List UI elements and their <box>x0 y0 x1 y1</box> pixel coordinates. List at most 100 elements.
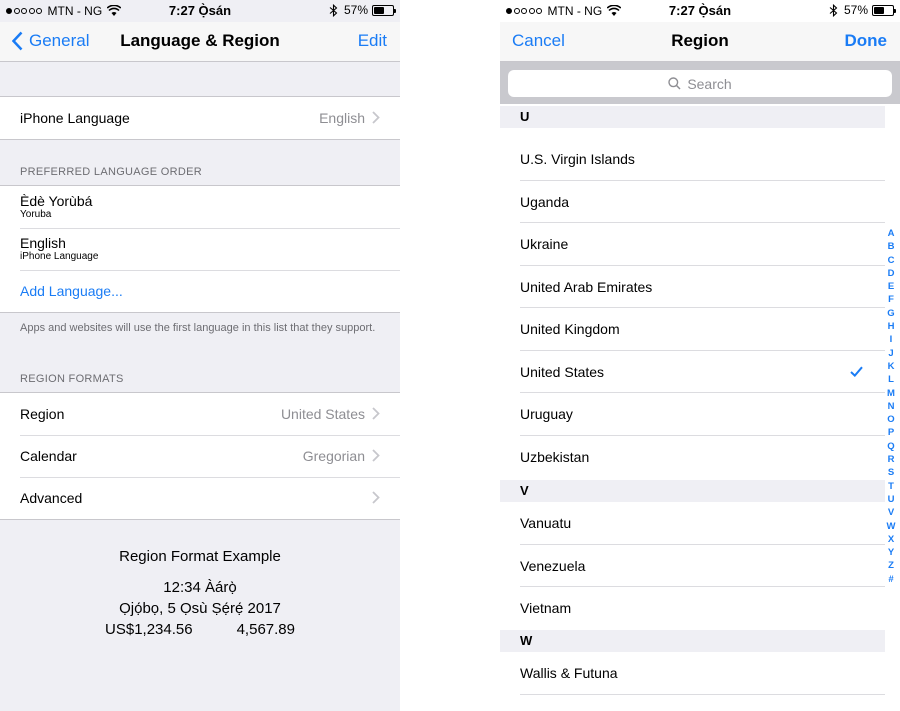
language-sub: iPhone Language <box>20 251 99 262</box>
index-letter[interactable]: X <box>888 533 894 546</box>
preferred-language-header: PREFERRED LANGUAGE ORDER <box>20 166 203 178</box>
bluetooth-icon <box>329 3 338 17</box>
index-letter[interactable]: C <box>888 254 895 267</box>
battery-percent: 57% <box>343 3 368 17</box>
index-letter[interactable]: J <box>888 347 893 360</box>
bluetooth-icon <box>829 3 838 17</box>
edit-button[interactable]: Edit <box>358 31 387 51</box>
list-item[interactable]: Uzbekistan <box>500 436 885 479</box>
add-language-row[interactable]: Add Language... <box>0 270 400 312</box>
battery-icon <box>372 4 396 16</box>
index-letter[interactable]: Y <box>888 546 894 559</box>
index-letter[interactable]: A <box>888 227 895 240</box>
example-time: 12:34 Àárọ̀ <box>163 579 237 596</box>
list-item[interactable]: United Kingdom <box>500 308 885 351</box>
alphabet-index[interactable]: A B C D E F G H I J K L M N O P Q R S T U V W X Y Z # <box>884 227 898 586</box>
index-letter[interactable]: T <box>888 480 894 493</box>
index-letter[interactable]: L <box>888 373 894 386</box>
search-placeholder: Search <box>687 75 732 92</box>
region-list-w: Wallis & Futuna <box>500 652 885 695</box>
advanced-row[interactable]: Advanced <box>0 477 400 519</box>
region-list-v: Vanuatu Venezuela Vietnam <box>500 502 885 630</box>
iphone-language-row[interactable]: iPhone Language English <box>0 97 400 139</box>
list-item[interactable]: Venezuela <box>500 545 885 588</box>
done-button[interactable]: Done <box>845 31 888 51</box>
calendar-label: Calendar <box>20 448 77 464</box>
index-letter[interactable]: D <box>888 267 895 280</box>
add-language-link[interactable]: Add Language... <box>20 283 123 299</box>
index-letter[interactable]: W <box>887 520 896 533</box>
region-name: Wallis & Futuna <box>520 665 618 682</box>
calendar-value: Gregorian <box>302 448 365 464</box>
region-formats-group: Region United States Calendar Gregorian … <box>0 392 400 520</box>
example-title: Region Format Example <box>119 548 281 565</box>
index-letter[interactable]: M <box>887 387 895 400</box>
example-number: 4,567.89 <box>236 621 295 638</box>
region-list-u: U.S. Virgin Islands Uganda Ukraine Unite… <box>500 138 885 478</box>
search-input[interactable]: Search <box>508 70 892 97</box>
example-currency: US$1,234.56 <box>105 621 193 638</box>
section-header-w: W <box>500 630 885 652</box>
language-row-yoruba[interactable]: Èdè Yorùbá Yoruba <box>0 186 400 228</box>
region-name: U.S. Virgin Islands <box>520 151 635 168</box>
index-letter[interactable]: # <box>888 573 893 586</box>
region-formats-header: REGION FORMATS <box>20 373 124 385</box>
index-letter[interactable]: K <box>888 360 895 373</box>
index-letter[interactable]: O <box>887 413 894 426</box>
calendar-row[interactable]: Calendar Gregorian <box>0 435 400 477</box>
index-letter[interactable]: G <box>887 307 894 320</box>
index-letter[interactable]: Z <box>888 559 894 572</box>
index-letter[interactable]: Q <box>887 440 894 453</box>
list-item[interactable]: Vanuatu <box>500 502 885 545</box>
chevron-right-icon <box>372 407 380 420</box>
language-row-english[interactable]: English iPhone Language <box>0 228 400 270</box>
index-letter[interactable]: V <box>888 506 894 519</box>
iphone-language-label: iPhone Language <box>20 110 130 126</box>
region-name: Vietnam <box>520 600 572 617</box>
region-value: United States <box>280 406 365 422</box>
battery-percent: 57% <box>843 3 868 17</box>
region-name: Uruguay <box>520 406 573 423</box>
index-letter[interactable]: R <box>888 453 895 466</box>
index-letter[interactable]: U <box>888 493 895 506</box>
status-bar: MTN - NG 7:27 Ọ̀sán 57% <box>500 0 900 22</box>
list-item[interactable]: Vietnam <box>500 587 885 630</box>
checkmark-icon <box>850 366 863 377</box>
list-item[interactable]: Ukraine <box>500 223 885 266</box>
language-region-screen: MTN - NG 7:27 Ọ̀sán 57% General Language… <box>0 0 400 711</box>
search-bar: Search <box>500 62 900 104</box>
list-item[interactable]: U.S. Virgin Islands <box>500 138 885 181</box>
nav-bar: General Language & Region Edit <box>0 22 400 62</box>
language-name: Èdè Yorùbá <box>20 193 93 209</box>
nav-bar: Cancel Region Done <box>500 22 900 62</box>
index-letter[interactable]: N <box>888 400 895 413</box>
index-letter[interactable]: H <box>888 320 895 333</box>
chevron-right-icon <box>372 449 380 462</box>
index-letter[interactable]: S <box>888 466 894 479</box>
list-item[interactable]: Wallis & Futuna <box>500 652 885 695</box>
region-picker-screen: MTN - NG 7:27 Ọ̀sán 57% Cancel Region Do… <box>500 0 900 711</box>
advanced-label: Advanced <box>20 490 83 506</box>
list-item[interactable]: Uruguay <box>500 393 885 436</box>
iphone-language-value: English <box>319 110 365 126</box>
index-letter[interactable]: B <box>888 240 895 253</box>
region-row[interactable]: Region United States <box>0 393 400 435</box>
index-letter[interactable]: P <box>888 426 894 439</box>
list-item[interactable]: Uganda <box>500 181 885 224</box>
preferred-language-group: Èdè Yorùbá Yoruba English iPhone Languag… <box>0 185 400 313</box>
battery-icon <box>872 4 896 16</box>
status-bar: MTN - NG 7:27 Ọ̀sán 57% <box>0 0 400 22</box>
region-format-example: Region Format Example 12:34 Àárọ̀ Ọjọ́bọ… <box>0 548 400 640</box>
section-header-v: V <box>500 480 885 502</box>
list-item-selected[interactable]: United States <box>500 351 885 394</box>
region-name: United States <box>520 363 605 380</box>
language-name: English <box>20 235 66 251</box>
language-sub: Yoruba <box>20 209 52 220</box>
list-item[interactable]: United Arab Emirates <box>500 266 885 309</box>
index-letter[interactable]: I <box>890 333 893 346</box>
region-name: Uzbekistan <box>520 448 590 465</box>
index-letter[interactable]: F <box>888 293 894 306</box>
chevron-right-icon <box>372 491 380 504</box>
index-letter[interactable]: E <box>888 280 894 293</box>
example-date: Ọjọ́bọ, 5 Ọsù Ṣẹ́rẹ́ 2017 <box>119 600 281 617</box>
